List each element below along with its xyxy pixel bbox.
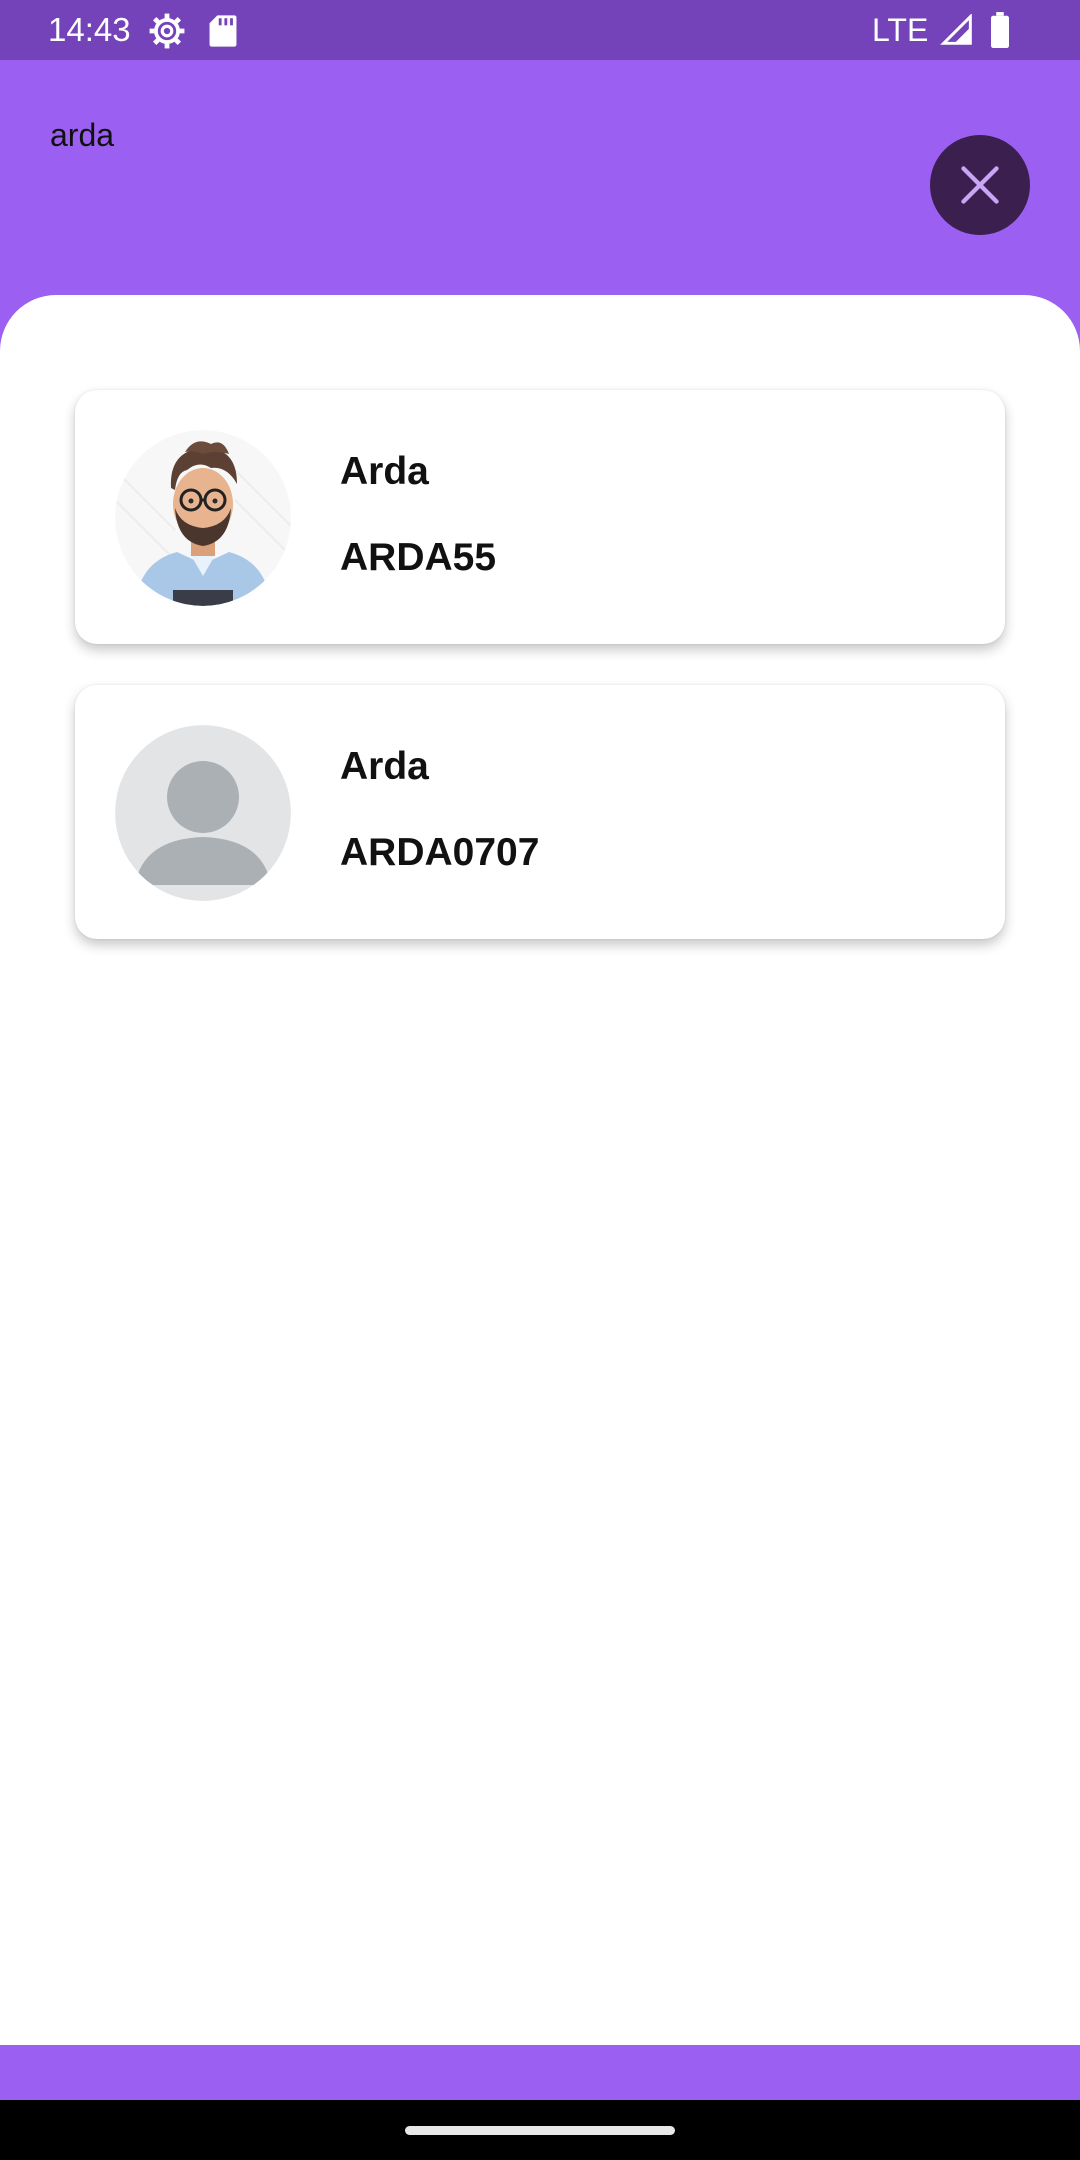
close-icon [958, 163, 1002, 207]
default-person-avatar [115, 725, 291, 901]
status-bar: 14:43 LTE [0, 0, 1080, 60]
user-avatar [115, 430, 291, 606]
status-time: 14:43 [48, 11, 131, 48]
network-type: LTE [872, 12, 929, 48]
user-name: Arda [340, 450, 429, 493]
close-search-button[interactable] [930, 135, 1030, 235]
search-header [0, 60, 1080, 300]
search-input[interactable] [50, 105, 870, 165]
home-gesture-handle[interactable] [405, 2126, 675, 2135]
sd-card-icon [208, 14, 238, 53]
system-navigation-bar [0, 2100, 1080, 2160]
signal-icon [940, 13, 974, 51]
user-username: ARDA0707 [340, 831, 540, 874]
settings-gear-icon [148, 12, 186, 55]
user-result-card[interactable]: Arda ARDA55 [75, 390, 1005, 644]
user-username: ARDA55 [340, 536, 497, 579]
battery-icon [988, 12, 1012, 53]
user-name: Arda [340, 745, 429, 788]
bottom-bar [0, 2045, 1080, 2100]
user-result-card[interactable]: Arda ARDA0707 [75, 685, 1005, 939]
